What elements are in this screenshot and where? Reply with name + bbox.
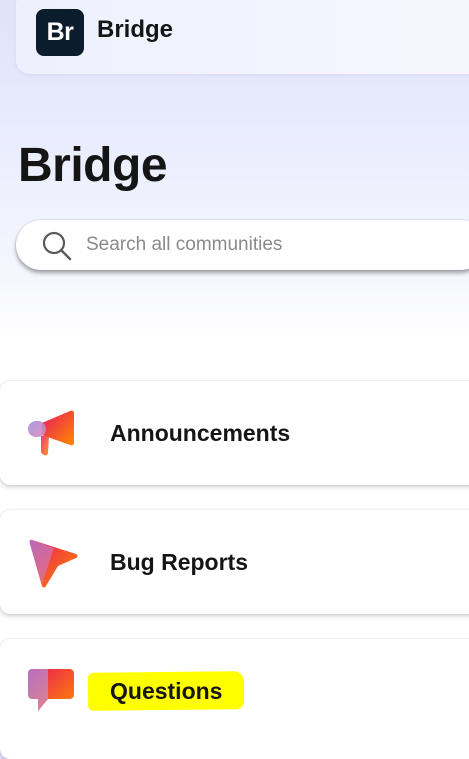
category-label: Bug Reports (110, 549, 248, 575)
logo-text: Br (46, 18, 74, 46)
category-label: Questions (110, 678, 223, 704)
search-input[interactable] (86, 228, 466, 262)
app-header: Br Bridge (16, 0, 469, 74)
category-label: Announcements (110, 420, 291, 446)
category-card-announcements[interactable]: Announcements (0, 381, 469, 485)
chat-bubble-icon (28, 669, 74, 711)
category-card-bug-reports[interactable]: Bug Reports (0, 510, 469, 614)
megaphone-icon (28, 410, 74, 456)
search-icon[interactable] (40, 229, 74, 263)
bridge-logo-icon[interactable]: Br (36, 9, 84, 56)
app-name[interactable]: Bridge (97, 18, 173, 42)
page-title: Bridge (18, 139, 168, 192)
category-card-questions[interactable]: Questions (0, 639, 469, 759)
search-box[interactable] (16, 220, 469, 270)
bug-report-icon (29, 539, 78, 588)
